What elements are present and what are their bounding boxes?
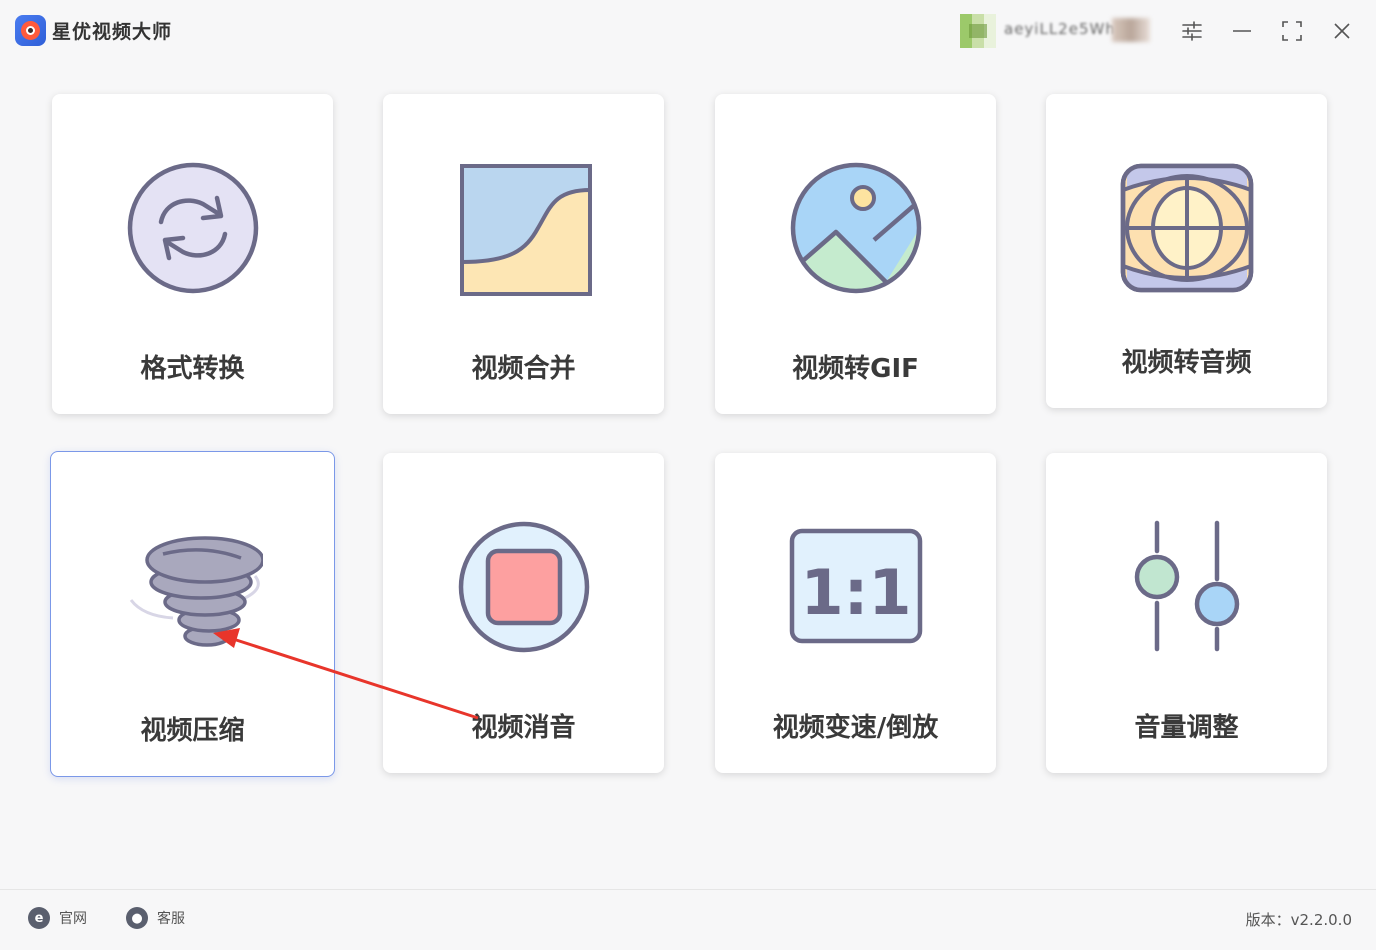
username-redaction (1112, 18, 1150, 42)
feature-card-video-compress[interactable]: 视频压缩 (50, 451, 335, 777)
feature-label: 音量调整 (1134, 713, 1239, 743)
maximize-button[interactable] (1277, 16, 1307, 46)
website-label: 官网 (59, 911, 87, 927)
feature-label: 格式转换 (140, 354, 245, 384)
feature-label: 视频转音频 (1121, 348, 1252, 378)
merge-icon (459, 164, 592, 296)
user-account[interactable]: aeyiLL2e5Wh (960, 14, 1155, 48)
username: aeyiLL2e5Wh (1004, 20, 1116, 38)
ratio-icon: 1:1 (789, 528, 922, 644)
feature-card-format-convert[interactable]: 格式转换 (52, 94, 333, 414)
feature-card-video-to-audio[interactable]: 视频转音频 (1046, 94, 1327, 408)
minimize-icon (1233, 30, 1251, 32)
app-title: 星优视频大师 (52, 21, 173, 43)
version-text: 版本：v2.2.0.0 (1245, 911, 1352, 929)
service-label: 客服 (157, 911, 185, 927)
feature-label: 视频变速/倒放 (772, 713, 939, 743)
title-bar: 星优视频大师 aeyiLL2e5Wh (0, 0, 1376, 62)
tornado-icon (129, 536, 263, 647)
maximize-icon (1282, 21, 1302, 41)
settings-button[interactable] (1177, 16, 1207, 46)
close-button[interactable] (1327, 16, 1357, 46)
website-link[interactable]: e 官网 (28, 907, 87, 929)
app-logo-icon (15, 15, 46, 46)
customer-service-link[interactable]: ● 客服 (126, 907, 185, 929)
sliders-icon (1134, 520, 1239, 652)
browser-icon: e (28, 907, 50, 929)
footer-divider (0, 889, 1376, 890)
image-icon (790, 162, 921, 294)
sliders-settings-icon (1182, 21, 1202, 41)
audio-globe-icon (1120, 163, 1253, 293)
feature-card-video-speed-reverse[interactable]: 1:1 视频变速/倒放 (715, 453, 996, 773)
close-icon (1334, 23, 1350, 39)
feature-card-video-to-gif[interactable]: 视频转GIF (715, 94, 996, 414)
chat-icon: ● (126, 907, 148, 929)
stop-icon (458, 521, 589, 653)
feature-label: 视频合并 (471, 354, 576, 384)
minimize-button[interactable] (1227, 16, 1257, 46)
avatar[interactable] (960, 14, 996, 48)
feature-label: 视频压缩 (140, 716, 245, 746)
convert-icon (127, 162, 258, 294)
feature-label: 视频消音 (471, 713, 576, 743)
feature-card-volume-adjust[interactable]: 音量调整 (1046, 453, 1327, 773)
feature-card-video-mute[interactable]: 视频消音 (383, 453, 664, 773)
feature-card-video-merge[interactable]: 视频合并 (383, 94, 664, 414)
feature-label: 视频转GIF (792, 354, 919, 384)
ratio-text: 1:1 (800, 556, 911, 629)
